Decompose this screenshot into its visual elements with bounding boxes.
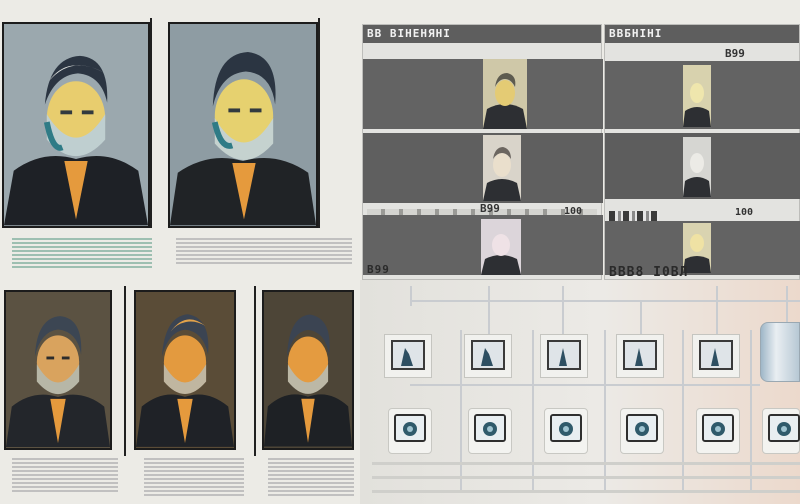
portrait-caption xyxy=(268,458,354,498)
camera-device[interactable] xyxy=(762,408,800,454)
rack-rail xyxy=(372,490,800,493)
monitor-icon xyxy=(623,340,657,370)
person-thumbnail-icon xyxy=(683,137,711,197)
playback-controls[interactable] xyxy=(609,211,659,221)
camera-device[interactable] xyxy=(544,408,588,454)
person-portrait-icon xyxy=(136,293,234,447)
person-portrait-icon xyxy=(6,292,110,448)
frame-bracket xyxy=(150,18,152,228)
frame-bracket xyxy=(254,286,256,456)
rack-rail xyxy=(372,476,800,479)
connector-line xyxy=(562,286,564,338)
connector-line xyxy=(604,330,606,490)
video-pane[interactable] xyxy=(363,133,603,203)
portrait-caption xyxy=(12,238,152,268)
monitor-icon xyxy=(471,340,505,370)
window-count: В99 xyxy=(725,47,745,60)
connector-line xyxy=(682,330,684,490)
connector-line xyxy=(488,286,490,338)
camera-device-icon xyxy=(474,414,506,442)
frame-bracket xyxy=(124,286,126,456)
camera-device[interactable] xyxy=(468,408,512,454)
video-thumbnail[interactable] xyxy=(483,59,527,129)
portrait-card[interactable] xyxy=(2,22,150,228)
video-thumbnail[interactable] xyxy=(683,137,711,197)
monitor-node[interactable] xyxy=(464,334,512,378)
connector-line xyxy=(532,330,534,490)
connector-line xyxy=(410,300,800,302)
window-footer-label: В99 xyxy=(367,263,390,276)
connector-line xyxy=(750,330,752,490)
rack-rail xyxy=(372,462,800,465)
video-pane[interactable] xyxy=(363,215,603,275)
person-portrait-icon xyxy=(170,24,316,226)
connector-line xyxy=(410,286,412,306)
portrait-caption xyxy=(176,238,352,266)
window-title: ВВ ВІНЕНЯНІ xyxy=(363,25,601,43)
monitor-node[interactable] xyxy=(692,334,740,378)
portrait-card[interactable] xyxy=(134,290,236,450)
portrait-caption xyxy=(12,458,118,494)
person-thumbnail-icon xyxy=(481,219,521,275)
monitor-node[interactable] xyxy=(540,334,588,378)
camera-device-icon xyxy=(768,414,800,442)
network-diagram xyxy=(360,280,800,504)
person-portrait-icon xyxy=(4,24,148,226)
connector-line xyxy=(640,300,642,338)
connector-line xyxy=(460,330,462,490)
video-pane[interactable] xyxy=(363,59,603,129)
portrait-card[interactable] xyxy=(262,290,354,450)
overlay-label: 100 xyxy=(564,206,583,217)
app-window-right[interactable]: ВВБНІНІ В99 100 ВВВ8 І0ВЛ xyxy=(604,24,800,280)
window-footer-label: ВВВ8 І0ВЛ xyxy=(609,265,689,280)
camera-device[interactable] xyxy=(696,408,740,454)
camera-device-icon xyxy=(702,414,734,442)
connector-line xyxy=(716,286,718,338)
person-portrait-icon xyxy=(264,293,352,447)
connector-line xyxy=(786,286,788,326)
connector-line xyxy=(410,384,760,386)
monitor-node[interactable] xyxy=(616,334,664,378)
camera-device-icon xyxy=(626,414,658,442)
window-title: ВВБНІНІ xyxy=(605,25,799,43)
app-window-left[interactable]: ВВ ВІНЕНЯНІ В99 xyxy=(362,24,603,280)
monitor-node[interactable] xyxy=(384,334,432,378)
person-thumbnail-icon xyxy=(483,135,521,201)
overlay-label: В99 xyxy=(480,202,500,215)
camera-device-icon xyxy=(394,414,426,442)
window-count: 100 xyxy=(735,207,754,218)
video-thumbnail[interactable] xyxy=(481,219,521,275)
portrait-caption xyxy=(144,458,244,498)
camera-device-icon xyxy=(550,414,582,442)
monitor-icon xyxy=(699,340,733,370)
portrait-card[interactable] xyxy=(4,290,112,450)
person-thumbnail-icon xyxy=(483,59,527,129)
monitor-icon xyxy=(391,340,425,370)
video-pane[interactable] xyxy=(605,133,800,199)
video-pane[interactable] xyxy=(605,61,800,129)
video-thumbnail[interactable] xyxy=(483,135,521,201)
storage-cylinder-icon xyxy=(760,322,800,382)
monitor-icon xyxy=(547,340,581,370)
video-thumbnail[interactable] xyxy=(683,65,711,127)
frame-bracket xyxy=(318,18,320,228)
person-thumbnail-icon xyxy=(683,65,711,127)
portrait-card[interactable] xyxy=(168,22,318,228)
camera-device[interactable] xyxy=(388,408,432,454)
camera-device[interactable] xyxy=(620,408,664,454)
